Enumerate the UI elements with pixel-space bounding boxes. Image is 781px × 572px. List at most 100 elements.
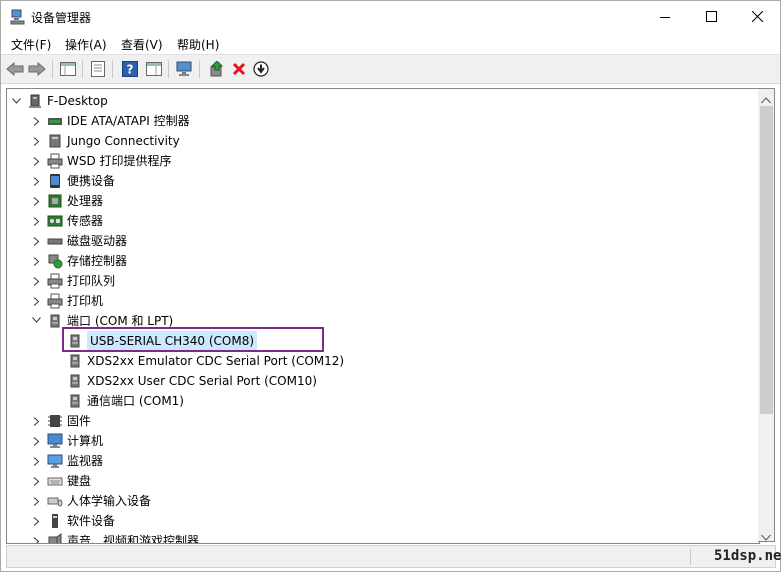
- tree-category-label: 磁盘驱动器: [67, 234, 128, 248]
- title-bar[interactable]: 设备管理器: [1, 1, 780, 32]
- tree-category[interactable]: 固件: [31, 411, 91, 431]
- tree-category-label: 便携设备: [67, 174, 116, 188]
- tree-device-label: XDS2xx Emulator CDC Serial Port (COM12): [87, 354, 345, 368]
- hid-icon: [47, 493, 63, 509]
- scroll-up-icon[interactable]: [761, 93, 771, 107]
- menu-action[interactable]: 操作(A): [65, 36, 107, 53]
- tree-device[interactable]: XDS2xx User CDC Serial Port (COM10): [67, 371, 317, 391]
- svg-text:?: ?: [127, 63, 134, 77]
- vertical-scrollbar[interactable]: [758, 88, 775, 542]
- menu-help[interactable]: 帮助(H): [177, 36, 219, 53]
- expand-chevron-icon[interactable]: [31, 116, 41, 126]
- expand-chevron-icon[interactable]: [31, 416, 41, 426]
- tree-category-label: 存储控制器: [67, 254, 128, 268]
- tree-category-label: 打印队列: [67, 274, 116, 288]
- keyboard-icon: [47, 473, 63, 489]
- disk-drive-icon: [47, 233, 63, 249]
- computer-icon: [27, 93, 43, 109]
- disable-device-icon[interactable]: [252, 60, 270, 78]
- tree-category-label: 声音、视频和游戏控制器: [67, 534, 200, 544]
- printer-icon: [47, 273, 63, 289]
- expand-chevron-icon[interactable]: [31, 476, 41, 486]
- computer-icon: [47, 433, 63, 449]
- device-manager-window: 设备管理器 文件(F) 操作(A) 查看(V) 帮助(H) ? F-Deskto…: [0, 0, 781, 572]
- scan-hardware-icon[interactable]: [176, 60, 194, 78]
- tree-category-label: Jungo Connectivity: [67, 134, 180, 148]
- collapse-chevron-icon[interactable]: [31, 316, 41, 326]
- properties-icon[interactable]: [89, 60, 107, 78]
- tree-category-label: WSD 打印提供程序: [67, 154, 172, 168]
- tree-category-label: IDE ATA/ATAPI 控制器: [67, 114, 190, 128]
- collapse-chevron-icon[interactable]: [11, 96, 21, 106]
- menu-file[interactable]: 文件(F): [11, 36, 51, 53]
- minimize-button[interactable]: [642, 1, 688, 32]
- port-icon: [67, 373, 83, 389]
- tree-category[interactable]: 磁盘驱动器: [31, 231, 127, 251]
- uninstall-device-icon[interactable]: [230, 60, 248, 78]
- tree-category[interactable]: 打印机: [31, 291, 103, 311]
- sensor-icon: [47, 213, 63, 229]
- tree-category[interactable]: IDE ATA/ATAPI 控制器: [31, 111, 190, 131]
- close-button[interactable]: [734, 1, 780, 32]
- tree-category[interactable]: 人体学输入设备: [31, 491, 151, 511]
- expand-chevron-icon[interactable]: [31, 196, 41, 206]
- update-driver-icon[interactable]: [208, 60, 226, 78]
- scrollbar-thumb[interactable]: [760, 106, 773, 414]
- forward-icon[interactable]: [28, 60, 46, 78]
- tree-device-label: 通信端口 (COM1): [87, 394, 184, 408]
- show-hide-console-tree-icon[interactable]: [59, 60, 77, 78]
- tree-category-label: 监视器: [67, 454, 104, 468]
- expand-chevron-icon[interactable]: [31, 516, 41, 526]
- help-icon[interactable]: ?: [121, 60, 139, 78]
- watermark: 51dsp.net: [714, 548, 781, 564]
- expand-chevron-icon[interactable]: [31, 276, 41, 286]
- firmware-icon: [47, 413, 63, 429]
- toolbar: ?: [1, 54, 780, 84]
- expand-chevron-icon[interactable]: [31, 456, 41, 466]
- tree-device[interactable]: XDS2xx Emulator CDC Serial Port (COM12): [67, 351, 344, 371]
- tree-category[interactable]: 监视器: [31, 451, 103, 471]
- expand-chevron-icon[interactable]: [31, 436, 41, 446]
- back-icon[interactable]: [6, 60, 24, 78]
- status-bar: [6, 545, 776, 568]
- tree-category[interactable]: 计算机: [31, 431, 103, 451]
- menu-view[interactable]: 查看(V): [121, 36, 163, 53]
- tree-category[interactable]: 打印队列: [31, 271, 115, 291]
- scroll-down-icon[interactable]: [761, 530, 771, 544]
- tree-category[interactable]: 键盘: [31, 471, 91, 491]
- tree-category[interactable]: 处理器: [31, 191, 103, 211]
- tree-root[interactable]: F-Desktop: [11, 91, 108, 111]
- tree-category[interactable]: 传感器: [31, 211, 103, 231]
- expand-chevron-icon[interactable]: [31, 536, 41, 543]
- device-tree[interactable]: F-Desktop IDE ATA/ATAPI 控制器 Jungo Connect…: [6, 88, 760, 544]
- tree-category-label: 传感器: [67, 214, 104, 228]
- tree-category[interactable]: 软件设备: [31, 511, 115, 531]
- action-pane-icon[interactable]: [145, 60, 163, 78]
- tree-category[interactable]: WSD 打印提供程序: [31, 151, 172, 171]
- tree-category[interactable]: Jungo Connectivity: [31, 131, 180, 151]
- maximize-button[interactable]: [688, 1, 734, 32]
- tree-category-label: 打印机: [67, 294, 104, 308]
- expand-chevron-icon[interactable]: [31, 496, 41, 506]
- tree-category[interactable]: 声音、视频和游戏控制器: [31, 531, 200, 544]
- expand-chevron-icon[interactable]: [31, 296, 41, 306]
- expand-chevron-icon[interactable]: [31, 136, 41, 146]
- port-icon: [67, 353, 83, 369]
- tree-category-label: 软件设备: [67, 514, 116, 528]
- expand-chevron-icon[interactable]: [31, 256, 41, 266]
- tree-category[interactable]: 便携设备: [31, 171, 115, 191]
- tree-category-label: 处理器: [67, 194, 104, 208]
- portable-device-icon: [47, 173, 63, 189]
- menu-bar: 文件(F) 操作(A) 查看(V) 帮助(H): [1, 32, 780, 54]
- expand-chevron-icon[interactable]: [31, 156, 41, 166]
- expand-chevron-icon[interactable]: [31, 216, 41, 226]
- tree-device[interactable]: 通信端口 (COM1): [67, 391, 184, 411]
- tree-category[interactable]: 存储控制器: [31, 251, 127, 271]
- tree-category-label: 计算机: [67, 434, 104, 448]
- device-manager-app-icon: [10, 9, 26, 25]
- window-title: 设备管理器: [31, 11, 92, 25]
- expand-chevron-icon[interactable]: [31, 176, 41, 186]
- selected-port-highlight-box: [62, 327, 324, 352]
- storage-controller-icon: [47, 253, 63, 269]
- expand-chevron-icon[interactable]: [31, 236, 41, 246]
